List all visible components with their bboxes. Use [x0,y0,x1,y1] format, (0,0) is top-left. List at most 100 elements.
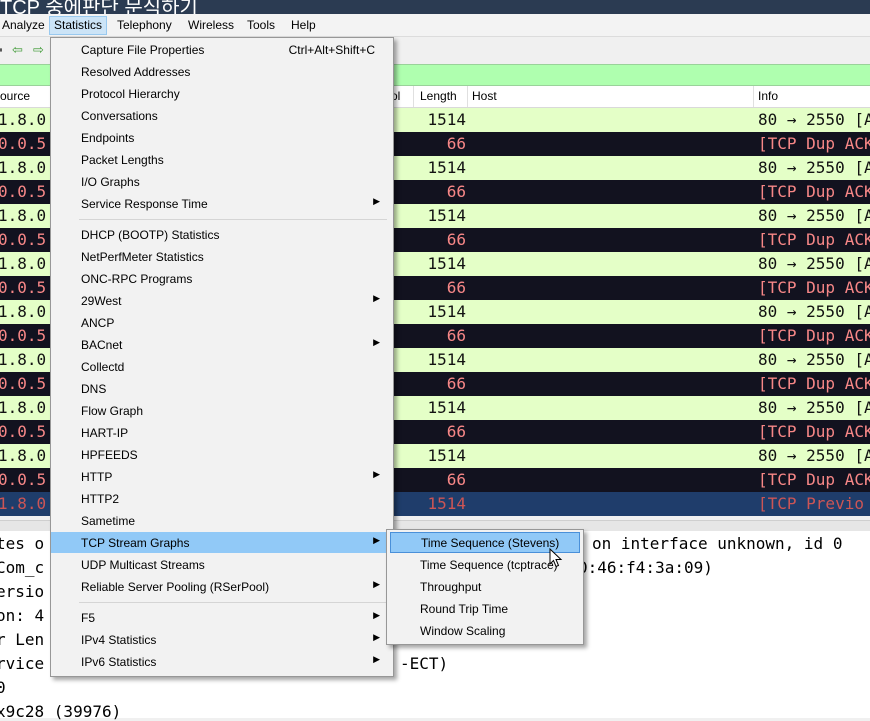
menu-item-service-response-time[interactable]: Service Response Time ▶ [51,193,393,214]
detail-line[interactable]: ersio [0,582,44,601]
cell-info: 80 → 2550 [A [758,398,870,417]
menu-item-udp-multicast-streams[interactable]: UDP Multicast Streams [51,554,393,575]
menu-item-resolved-addresses[interactable]: Resolved Addresses [51,61,393,82]
cell-source: 0.0.5 [0,278,47,297]
menu-item-hart-ip[interactable]: HART-IP [51,422,393,443]
submenu-item-window-scaling[interactable]: Window Scaling [387,620,583,641]
cell-info: [TCP Dup ACK [758,230,870,249]
cell-length: 66 [446,230,466,249]
cell-source: 0.0.5 [0,230,47,249]
menu-item-rserpool[interactable]: Reliable Server Pooling (RSerPool) ▶ [51,576,393,597]
arrow-left-icon[interactable]: ⇦ [12,42,23,58]
detail-line[interactable]: rvice [0,654,44,673]
column-separator[interactable] [753,86,754,107]
detail-line[interactable]: x9c28 (39976) [0,702,121,721]
column-separator[interactable] [467,86,468,107]
cell-length: 1514 [427,302,466,321]
menu-item-label: BACnet [81,338,123,352]
detail-line-tail: -ECT) [400,654,449,673]
detail-line[interactable]: tes o [0,534,44,553]
menu-item-label: 29West [81,294,122,308]
menu-item-ancp[interactable]: ANCP [51,312,393,333]
column-info[interactable]: Info [758,89,778,103]
menu-item-label: HTTP [81,470,113,484]
cell-source: 0.0.5 [0,422,47,441]
menu-item-conversations[interactable]: Conversations [51,105,393,126]
menu-item-ipv6-statistics[interactable]: IPv6 Statistics ▶ [51,651,393,672]
submenu-item-round-trip-time[interactable]: Round Trip Time [387,598,583,619]
cell-source: 0.0.5 [0,326,47,345]
toolbar-grip-icon: ▪ [0,42,3,57]
menu-item-collectd[interactable]: Collectd [51,356,393,377]
menu-item-capture-file-properties[interactable]: Capture File Properties Ctrl+Alt+Shift+C [51,39,393,60]
cell-source: 1.8.0 [0,206,47,225]
menu-item-io-graphs[interactable]: I/O Graphs [51,171,393,192]
menu-item-label: I/O Graphs [81,175,140,189]
menu-item-label: Resolved Addresses [81,65,191,79]
cell-length: 1514 [427,110,466,129]
cell-info: 80 → 2550 [A [758,254,870,273]
menu-item-tcp-stream-graphs[interactable]: TCP Stream Graphs ▶ [51,532,393,553]
submenu-item-label: Round Trip Time [420,602,509,616]
detail-line[interactable]: r Len [0,630,44,649]
menu-item-label: HTTP2 [81,492,120,506]
menu-wireless[interactable]: Wireless [184,17,238,34]
cell-length: 66 [446,326,466,345]
menu-item-dhcp-statistics[interactable]: DHCP (BOOTP) Statistics [51,224,393,245]
cell-info: [TCP Dup ACK [758,470,870,489]
menu-item-29west[interactable]: 29West ▶ [51,290,393,311]
menu-item-label: DHCP (BOOTP) Statistics [81,228,220,242]
submenu-item-label: Throughput [420,580,482,594]
statistics-menu: Capture File Properties Ctrl+Alt+Shift+C R… [50,37,394,677]
cell-length: 1514 [427,446,466,465]
cell-source: 1.8.0 [0,494,47,513]
menu-item-endpoints[interactable]: Endpoints [51,127,393,148]
menu-item-ipv4-statistics[interactable]: IPv4 Statistics ▶ [51,629,393,650]
submenu-item-throughput[interactable]: Throughput [387,576,583,597]
menu-item-label: ANCP [81,316,115,330]
cell-info: [TCP Dup ACK [758,134,870,153]
menu-item-packet-lengths[interactable]: Packet Lengths [51,149,393,170]
menu-item-label: Protocol Hierarchy [81,87,180,101]
menu-item-label: F5 [81,611,96,625]
menu-item-label: Sametime [81,514,136,528]
cell-info: 80 → 2550 [A [758,110,870,129]
detail-line[interactable]: Com_c [0,558,44,577]
tcp-stream-graphs-submenu: Time Sequence (Stevens) Time Sequence (tc… [386,529,584,645]
menu-item-protocol-hierarchy[interactable]: Protocol Hierarchy [51,83,393,104]
menu-item-label: Reliable Server Pooling (RSerPool) [81,580,270,594]
menu-item-http[interactable]: HTTP ▶ [51,466,393,487]
column-host[interactable]: Host [472,89,497,103]
menu-telephony[interactable]: Telephony [113,17,176,34]
menu-item-dns[interactable]: DNS [51,378,393,399]
menu-item-hpfeeds[interactable]: HPFEEDS [51,444,393,465]
detail-line[interactable]: 0 [0,678,6,697]
cell-length: 66 [446,278,466,297]
menu-help[interactable]: Help [287,17,320,34]
arrow-right-icon[interactable]: ⇨ [33,42,44,58]
menu-item-onc-rpc-programs[interactable]: ONC-RPC Programs [51,268,393,289]
cell-length: 1514 [427,158,466,177]
menu-item-label: Packet Lengths [81,153,164,167]
menu-item-bacnet[interactable]: BACnet ▶ [51,334,393,355]
submenu-arrow-icon: ▶ [373,469,380,479]
column-length[interactable]: Length [420,89,457,103]
cell-info: [TCP Dup ACK [758,422,870,441]
menu-item-label: DNS [81,382,107,396]
menu-item-sametime[interactable]: Sametime [51,510,393,531]
menu-item-flow-graph[interactable]: Flow Graph [51,400,393,421]
menu-item-http2[interactable]: HTTP2 [51,488,393,509]
menu-statistics[interactable]: Statistics [49,16,108,35]
cell-length: 66 [446,134,466,153]
column-source[interactable]: ource [0,89,30,103]
detail-line[interactable]: on: 4 [0,606,44,625]
menu-separator [79,219,387,220]
submenu-arrow-icon: ▶ [373,654,380,664]
column-separator[interactable] [413,86,414,107]
menu-item-f5[interactable]: F5 ▶ [51,607,393,628]
menu-tools[interactable]: Tools [243,17,279,34]
menu-analyze[interactable]: Analyze [0,17,49,34]
menu-item-netperfmeter-statistics[interactable]: NetPerfMeter Statistics [51,246,393,267]
submenu-item-label: Time Sequence (tcptrace) [420,558,558,572]
cell-info: [TCP Dup ACK [758,278,870,297]
